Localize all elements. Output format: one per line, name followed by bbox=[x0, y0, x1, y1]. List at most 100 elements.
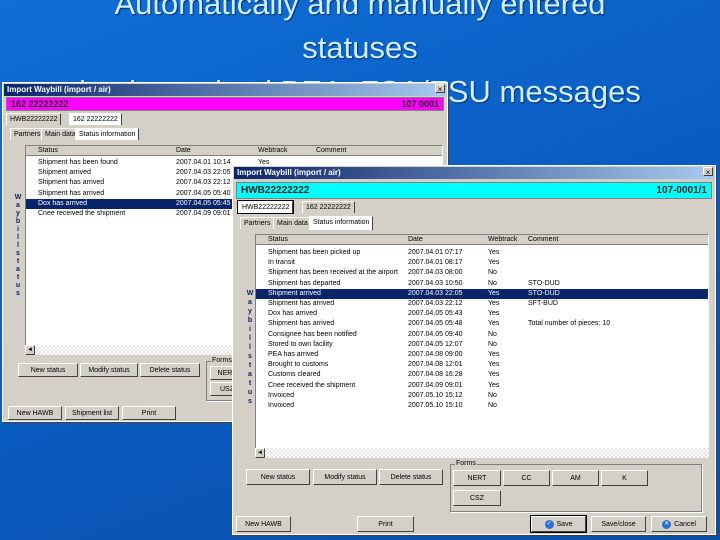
table-row[interactable]: Shipment has arrived 2007.04.03 22:12 Yes S… bbox=[256, 299, 708, 309]
side-label-letter: l bbox=[17, 234, 19, 241]
cell-status: Shipment arrived bbox=[268, 289, 321, 297]
new-hawb-button[interactable]: New HAWB bbox=[8, 406, 62, 420]
subtab-main-data[interactable]: Main data bbox=[41, 128, 80, 140]
column-header-status[interactable]: Status bbox=[38, 146, 58, 156]
shipment-list-button[interactable]: Shipment list bbox=[65, 406, 119, 420]
form-am-button[interactable]: AM bbox=[552, 470, 599, 486]
side-label-letter: l bbox=[17, 242, 19, 249]
cell-date: 2007.04.09 09:01 bbox=[408, 381, 463, 389]
cancel-button[interactable]: ✕ Cancel bbox=[651, 516, 707, 532]
tab-hwb[interactable]: HWB22222222 bbox=[236, 200, 295, 214]
forms-label: Forms bbox=[455, 460, 477, 467]
save-button[interactable]: ✓ Save bbox=[530, 515, 587, 533]
column-header-comment[interactable]: Comment bbox=[316, 146, 346, 156]
cell-comment: Total number of pieces: 10 bbox=[528, 320, 611, 328]
column-header-comment[interactable]: Comment bbox=[528, 235, 558, 245]
cell-date: 2007.04.01 07:17 bbox=[408, 249, 463, 256]
side-label-letter: W bbox=[246, 290, 254, 297]
cell-status: Brought to customs bbox=[268, 361, 329, 369]
side-label-letter: a bbox=[248, 371, 252, 378]
reference-number: 107-0001/1 bbox=[656, 185, 707, 196]
cell-web: Yes bbox=[488, 259, 500, 267]
print-button[interactable]: Print bbox=[122, 406, 176, 420]
slide-title-line-2: statuses bbox=[302, 30, 418, 65]
save-close-button[interactable]: Save/close bbox=[591, 516, 646, 532]
cell-web: No bbox=[488, 330, 497, 338]
cell-web: No bbox=[488, 269, 497, 277]
column-header-date[interactable]: Date bbox=[408, 235, 423, 245]
column-header-webtrack[interactable]: Webtrack bbox=[488, 235, 517, 245]
table-row[interactable]: In transit 2007.04.01 08:17 Yes bbox=[256, 258, 708, 268]
table-row[interactable]: Invoiced 2007.05.10 15:12 No bbox=[256, 391, 708, 401]
status-list[interactable]: Status Date Webtrack Comment Shipment has be… bbox=[255, 234, 709, 456]
table-row[interactable]: PEA has arrived 2007.04.08 09:00 Yes bbox=[256, 350, 708, 360]
table-row[interactable]: Customs cleared 2007.04.08 16:28 Yes bbox=[256, 370, 708, 380]
form-csz-button[interactable]: CSZ bbox=[453, 490, 501, 506]
cell-comment: SFT-BUD bbox=[528, 300, 558, 307]
side-label-letter: t bbox=[248, 362, 252, 369]
cell-status: Stored to own facility bbox=[268, 340, 333, 348]
horizontal-scrollbar[interactable]: ◄ bbox=[255, 448, 709, 458]
subtab-status-information[interactable]: Status information bbox=[309, 216, 374, 230]
modify-status-button[interactable]: Modify status bbox=[313, 469, 377, 485]
column-header-status[interactable]: Status bbox=[268, 235, 288, 245]
table-row[interactable]: Invoiced 2007.05.10 15:10 No bbox=[256, 401, 708, 411]
table-row[interactable]: Consignee has been notified 2007.04.05 09… bbox=[256, 330, 708, 340]
side-label-letter: t bbox=[16, 258, 20, 265]
scroll-left-icon[interactable]: ◄ bbox=[255, 448, 265, 458]
modify-status-button[interactable]: Modify status bbox=[80, 363, 138, 377]
column-header-date[interactable]: Date bbox=[176, 146, 191, 156]
hwb-number: HWB22222222 bbox=[241, 185, 310, 196]
subtab-partners[interactable]: Partners bbox=[10, 128, 45, 140]
cell-status: Customs cleared bbox=[268, 371, 321, 379]
cell-status: Dox has arrived bbox=[38, 199, 88, 207]
subtab-status-information[interactable]: Status information bbox=[75, 128, 140, 140]
side-label-letter: i bbox=[249, 326, 251, 333]
cell-web: Yes bbox=[488, 289, 500, 297]
table-row[interactable]: Dox has arrived 2007.04.05 05:43 Yes bbox=[256, 309, 708, 319]
cell-status: Shipment has departed bbox=[268, 279, 341, 287]
delete-status-button[interactable]: Delete status bbox=[140, 363, 200, 377]
table-row[interactable]: Stored to own facility 2007.04.05 12:07 No bbox=[256, 340, 708, 350]
table-row[interactable]: Shipment has been picked up 2007.04.01 07… bbox=[256, 248, 708, 258]
cell-date: 2007.04.03 10:50 bbox=[408, 279, 463, 287]
subtab-partners[interactable]: Partners bbox=[240, 217, 275, 229]
cell-date: 2007.04.05 05:45 bbox=[176, 199, 231, 207]
scroll-left-icon[interactable]: ◄ bbox=[25, 345, 35, 355]
side-label-letter: y bbox=[16, 210, 20, 217]
cell-date: 2007.05.10 15:12 bbox=[408, 391, 463, 399]
column-header-webtrack[interactable]: Webtrack bbox=[258, 146, 287, 156]
new-status-button[interactable]: New status bbox=[246, 469, 310, 485]
cell-date: 2007.05.10 15:10 bbox=[408, 402, 463, 409]
cell-date: 2007.04.08 16:28 bbox=[408, 371, 463, 379]
delete-status-button[interactable]: Delete status bbox=[379, 469, 443, 485]
cell-status: Shipment has been received at the airpor… bbox=[268, 269, 398, 277]
side-label-letter: l bbox=[249, 344, 251, 351]
title-bar: Import Waybill (import / air) bbox=[4, 84, 446, 96]
tab-awb[interactable]: 162 22222222 bbox=[302, 201, 355, 213]
new-hawb-button[interactable]: New HAWB bbox=[236, 516, 291, 532]
table-row[interactable]: Shipment has departed 2007.04.03 10:50 No S… bbox=[256, 279, 708, 289]
side-label-letter: t bbox=[248, 380, 252, 387]
cell-web: Yes bbox=[488, 300, 500, 307]
tab-hwb[interactable]: HWB22222222 bbox=[6, 113, 62, 125]
forms-label: Forms bbox=[211, 357, 233, 364]
tab-awb[interactable]: 162 22222222 bbox=[69, 113, 122, 125]
close-icon[interactable]: × bbox=[703, 167, 713, 177]
table-row[interactable]: Brought to customs 2007.04.08 12:01 Yes bbox=[256, 360, 708, 370]
table-row[interactable]: Shipment has been received at the airpor… bbox=[256, 268, 708, 278]
cell-web: No bbox=[488, 279, 497, 287]
new-status-button[interactable]: New status bbox=[18, 363, 78, 377]
cell-status: Shipment has arrived bbox=[38, 179, 105, 187]
form-k-button[interactable]: K bbox=[601, 470, 648, 486]
table-row[interactable]: Shipment arrived 2007.04.03 22:05 Yes STO-D… bbox=[256, 287, 708, 300]
subtab-main-data[interactable]: Main data bbox=[273, 217, 312, 229]
close-icon[interactable]: × bbox=[435, 84, 445, 94]
form-nert-button[interactable]: NERT bbox=[453, 470, 501, 486]
form-cc-button[interactable]: CC bbox=[503, 470, 550, 486]
table-row[interactable]: Shipment has arrived 2007.04.05 05:48 Yes T… bbox=[256, 319, 708, 329]
cell-date: 2007.04.05 05:48 bbox=[408, 320, 463, 328]
table-row[interactable]: Cnee received the shipment 2007.04.09 09:… bbox=[256, 381, 708, 391]
side-label-letter: l bbox=[249, 335, 251, 342]
print-button[interactable]: Print bbox=[357, 516, 414, 532]
